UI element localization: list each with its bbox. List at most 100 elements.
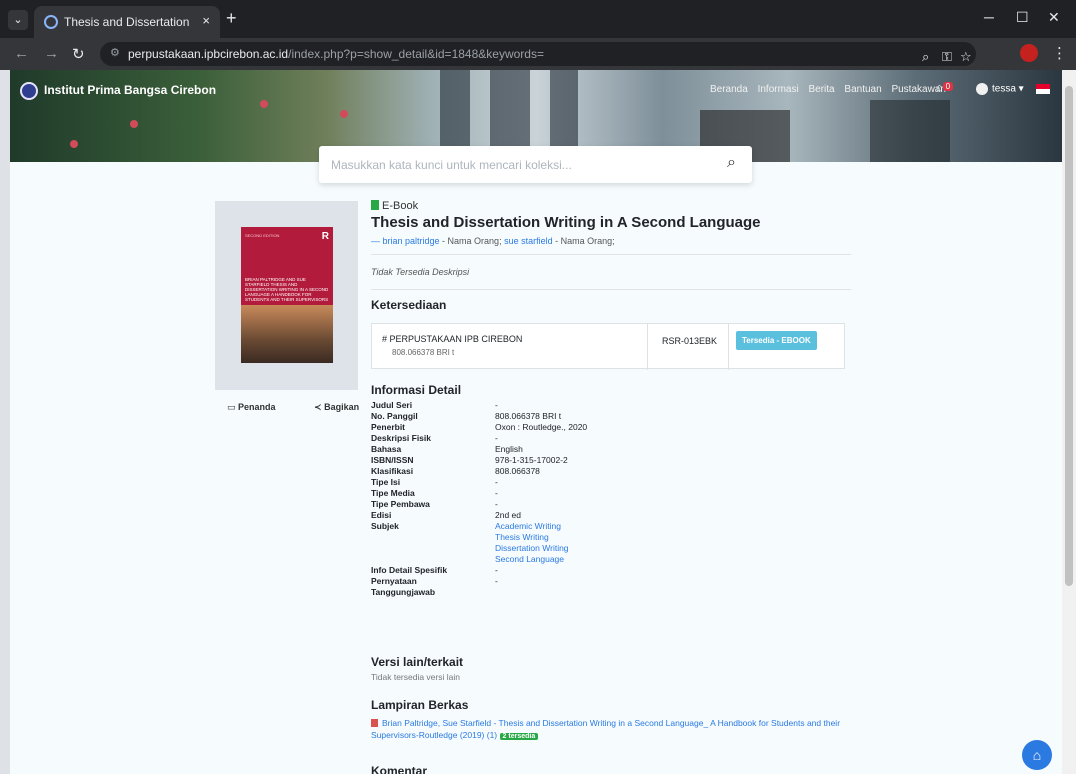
- author-link[interactable]: sue starfield: [504, 236, 553, 246]
- nav-berita[interactable]: Berita: [809, 84, 835, 95]
- detail-key: No. Panggil: [371, 411, 418, 421]
- site-info-icon[interactable]: ⚙: [110, 46, 120, 59]
- detail-row: Subjek Academic Writing: [371, 521, 851, 532]
- cover-container: SECOND EDITION R BRIAN PALTRIDGE AND SUE…: [215, 201, 358, 390]
- detail-value: -: [495, 477, 498, 487]
- detail-value: Oxon : Routledge., 2020: [495, 422, 588, 432]
- detail-row: Pernyataan -: [371, 576, 851, 587]
- detail-row: Second Language: [371, 554, 851, 565]
- tab-title: Thesis and Dissertation Writing: [64, 15, 192, 29]
- detail-key: Klasifikasi: [371, 466, 414, 476]
- tab-close-icon[interactable]: ×: [202, 13, 210, 28]
- other-versions: Versi lain/terkait Tidak tersedia versi …: [371, 655, 464, 682]
- book-cover-image[interactable]: SECOND EDITION R BRIAN PALTRIDGE AND SUE…: [241, 227, 333, 363]
- search-placeholder: Masukkan kata kunci untuk mencari koleks…: [331, 158, 572, 172]
- detail-row: Bahasa English: [371, 444, 851, 455]
- star-icon[interactable]: ☆: [960, 49, 972, 65]
- cover-actions: ▭ Penanda ≺ Bagikan: [227, 402, 395, 413]
- close-window-icon[interactable]: ✕: [1048, 9, 1060, 26]
- detail-value: -: [495, 433, 498, 443]
- browser-toolbar: ← → ↻ ⚙ perpustakaan.ipbcirebon.ac.id/in…: [0, 38, 1076, 70]
- book-header: E-Book Thesis and Dissertation Writing i…: [371, 200, 851, 312]
- detail-value: 2nd ed: [495, 510, 521, 520]
- avatar: [976, 83, 988, 95]
- cart-count-badge: 0: [942, 82, 954, 91]
- call-number: 808.066378 BRI t: [392, 348, 455, 357]
- detail-key: Tanggungjawab: [371, 587, 436, 597]
- detail-row: ISBN/ISSN 978-1-315-17002-2: [371, 455, 851, 466]
- tab-search-icon[interactable]: ⌄: [8, 10, 28, 30]
- detail-rows: Judul Seri - No. Panggil 808.066378 BRI t Pe…: [371, 400, 851, 598]
- subject-link[interactable]: Academic Writing: [495, 521, 561, 531]
- publisher-logo-icon: R: [321, 231, 329, 242]
- browser-menu-icon[interactable]: ⋮: [1052, 44, 1067, 62]
- nav-bantuan[interactable]: Bantuan: [844, 84, 881, 95]
- detail-row: Tanggungjawab: [371, 587, 851, 598]
- extension-icon[interactable]: [1020, 44, 1038, 62]
- book-title: Thesis and Dissertation Writing in A Sec…: [371, 214, 761, 231]
- zoom-icon[interactable]: ⌕: [922, 49, 929, 65]
- top-nav: Beranda Informasi Berita Bantuan Pustaka…: [710, 84, 953, 95]
- user-menu[interactable]: tessa ▾: [976, 83, 1024, 95]
- detail-row: No. Panggil 808.066378 BRI t: [371, 411, 851, 422]
- detail-row: Tipe Isi -: [371, 477, 851, 488]
- detail-heading: Informasi Detail: [371, 383, 462, 397]
- forward-icon[interactable]: →: [44, 45, 59, 62]
- detail-row: Thesis Writing: [371, 532, 851, 543]
- page-scrollbar[interactable]: [1062, 70, 1076, 774]
- detail-key: Pernyataan: [371, 576, 417, 586]
- detail-key: Bahasa: [371, 444, 402, 454]
- search-input[interactable]: Masukkan kata kunci untuk mencari koleks…: [319, 146, 752, 183]
- language-flag-icon[interactable]: [1036, 84, 1050, 94]
- share-button[interactable]: ≺ Bagikan: [314, 402, 377, 412]
- detail-row: Dissertation Writing: [371, 543, 851, 554]
- detail-value: -: [495, 488, 498, 498]
- reload-icon[interactable]: ↻: [72, 45, 85, 63]
- subject-link[interactable]: Second Language: [495, 554, 564, 564]
- accessibility-button[interactable]: ⌂: [1022, 740, 1052, 770]
- attachment-badge: 2 tersedia: [499, 733, 539, 740]
- detail-value: 808.066378 BRI t: [495, 411, 562, 421]
- detail-row: Edisi 2nd ed: [371, 510, 851, 521]
- author-list: — brian paltridge - Nama Orang; sue star…: [371, 236, 615, 246]
- back-icon[interactable]: ←: [14, 45, 29, 62]
- attachments: Lampiran Berkas Brian Paltridge, Sue Sta…: [371, 698, 851, 743]
- status-badge[interactable]: Tersedia - EBOOK: [736, 331, 817, 350]
- key-icon[interactable]: ⚿: [942, 49, 952, 65]
- author-link[interactable]: — brian paltridge: [371, 236, 440, 246]
- detail-key: Judul Seri: [371, 400, 413, 410]
- detail-key: Tipe Media: [371, 488, 415, 498]
- detail-row: Penerbit Oxon : Routledge., 2020: [371, 422, 851, 433]
- detail-key: Subjek: [371, 521, 399, 531]
- basket-icon: ⌂: [936, 82, 943, 94]
- detail-section: Informasi Detail Judul Seri - No. Panggil 8…: [371, 383, 851, 598]
- detail-row: Info Detail Spesifik -: [371, 565, 851, 576]
- detail-key: Deskripsi Fisik: [371, 433, 432, 443]
- detail-row: Klasifikasi 808.066378: [371, 466, 851, 477]
- subject-link[interactable]: Thesis Writing: [495, 532, 549, 542]
- bookmark-icon: [371, 200, 379, 210]
- cart-button[interactable]: ⌂ 0: [936, 82, 954, 94]
- address-bar[interactable]: ⚙ perpustakaan.ipbcirebon.ac.id/index.ph…: [100, 42, 976, 66]
- nav-informasi[interactable]: Informasi: [758, 84, 799, 95]
- detail-key: ISBN/ISSN: [371, 455, 414, 465]
- maximize-icon[interactable]: ☐: [1016, 9, 1029, 26]
- attachment-link[interactable]: Brian Paltridge, Sue Starfield - Thesis …: [371, 717, 851, 743]
- detail-key: Tipe Isi: [371, 477, 401, 487]
- site-brand[interactable]: Institut Prima Bangsa Cirebon: [20, 82, 216, 100]
- detail-row: Tipe Pembawa -: [371, 499, 851, 510]
- browser-tab[interactable]: Thesis and Dissertation Writing ×: [34, 6, 220, 38]
- nav-beranda[interactable]: Beranda: [710, 84, 748, 95]
- detail-value: 808.066378: [495, 466, 540, 476]
- detail-value: -: [495, 499, 498, 509]
- bookmark-button[interactable]: ▭ Penanda: [227, 402, 294, 412]
- detail-value: English: [495, 444, 523, 454]
- detail-key: Info Detail Spesifik: [371, 565, 448, 575]
- detail-key: Tipe Pembawa: [371, 499, 430, 509]
- page: Institut Prima Bangsa Cirebon Beranda In…: [10, 70, 1062, 774]
- subject-link[interactable]: Dissertation Writing: [495, 543, 569, 553]
- search-icon[interactable]: ⌕: [727, 154, 736, 172]
- new-tab-button[interactable]: +: [226, 8, 237, 29]
- minimize-icon[interactable]: ─: [984, 9, 994, 25]
- brand-logo-icon: [20, 82, 38, 100]
